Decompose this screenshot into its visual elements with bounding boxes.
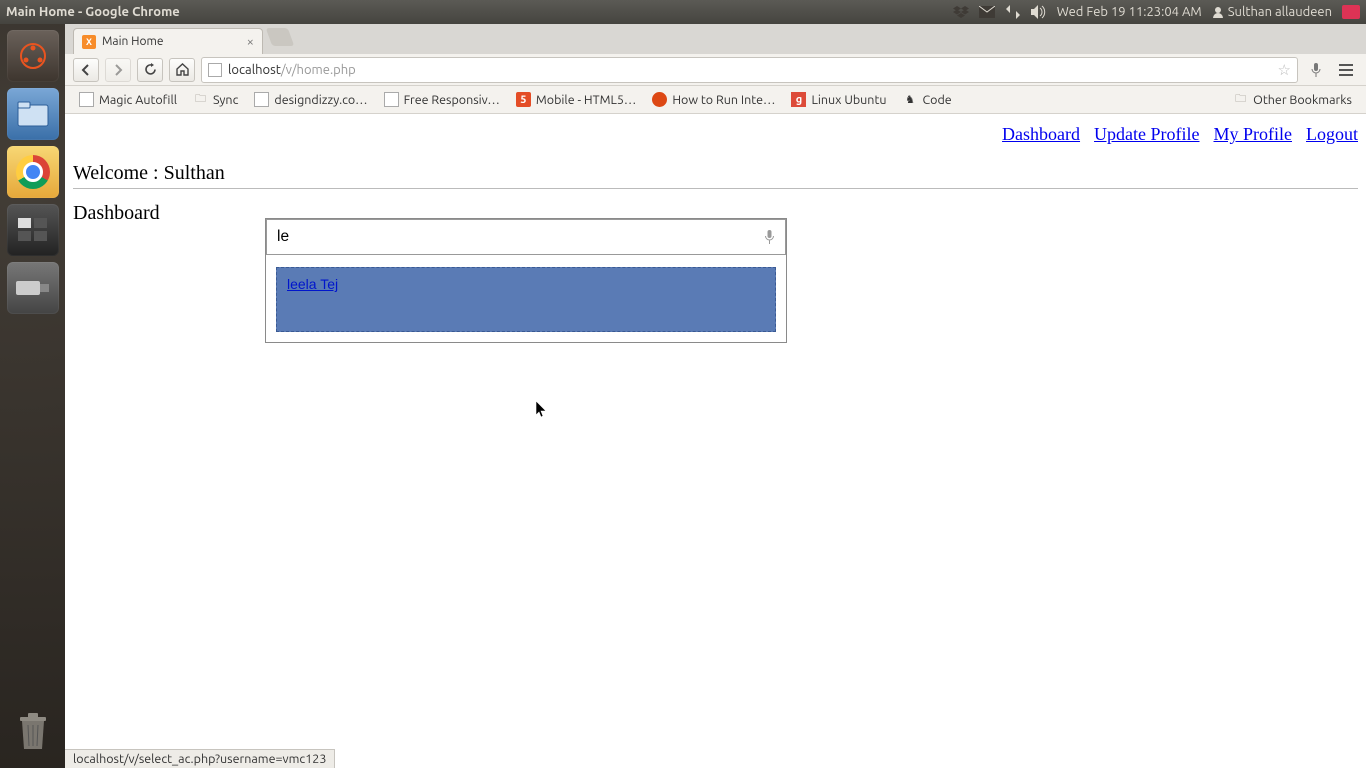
dropbox-icon[interactable] <box>953 4 969 20</box>
search-row <box>266 219 786 255</box>
google-plus-icon: g <box>791 92 806 107</box>
launcher-dash-home[interactable] <box>7 30 59 82</box>
tab-strip: X Main Home × <box>65 24 1366 54</box>
launcher-removable-device[interactable] <box>7 262 59 314</box>
search-widget: leela Tej <box>265 218 787 343</box>
autocomplete-link[interactable]: leela Tej <box>287 276 338 292</box>
divider <box>73 188 1358 189</box>
nav-logout[interactable]: Logout <box>1306 124 1358 145</box>
chrome-window: X Main Home × localhost/v/home.php ☆ <box>65 24 1366 768</box>
page-icon <box>254 92 269 107</box>
user-name: Sulthan allaudeen <box>1228 5 1332 19</box>
other-bookmarks[interactable]: 🗀Other Bookmarks <box>1227 89 1358 110</box>
ubuntu-top-panel: Main Home - Google Chrome Wed Feb 19 11:… <box>0 0 1366 24</box>
folder-icon: 🗀 <box>193 92 208 107</box>
address-bar[interactable]: localhost/v/home.php ☆ <box>201 57 1298 83</box>
bookmark-sync[interactable]: 🗀Sync <box>187 89 244 110</box>
nav-dashboard[interactable]: Dashboard <box>1002 124 1080 145</box>
back-button[interactable] <box>73 58 99 82</box>
tab-title: Main Home <box>102 35 241 48</box>
voice-search-icon[interactable] <box>1304 58 1328 82</box>
network-icon[interactable] <box>1005 4 1021 20</box>
chess-icon: ♞ <box>903 92 918 107</box>
bookmark-magic-autofill[interactable]: Magic Autofill <box>73 89 183 110</box>
page-icon <box>79 92 94 107</box>
ubuntu-icon <box>652 92 667 107</box>
window-title: Main Home - Google Chrome <box>6 5 180 19</box>
forward-button[interactable] <box>105 58 131 82</box>
status-bar: localhost/v/select_ac.php?username=vmc12… <box>65 749 335 768</box>
mail-icon[interactable] <box>979 4 995 20</box>
launcher-files[interactable] <box>7 88 59 140</box>
page-icon <box>384 92 399 107</box>
autocomplete-results: leela Tej <box>266 255 786 342</box>
welcome-text: Welcome : Sulthan <box>73 162 225 185</box>
clock[interactable]: Wed Feb 19 11:23:04 AM <box>1057 5 1202 19</box>
browser-tab[interactable]: X Main Home × <box>73 28 263 54</box>
page-content: Dashboard Update Profile My Profile Logo… <box>65 114 1366 768</box>
ubuntu-launcher <box>0 24 65 768</box>
user-menu[interactable]: Sulthan allaudeen <box>1212 5 1332 19</box>
mouse-cursor-icon <box>536 401 548 419</box>
page-info-icon[interactable] <box>208 63 222 77</box>
launcher-workspace-switcher[interactable] <box>7 204 59 256</box>
bookmark-code[interactable]: ♞Code <box>897 89 958 110</box>
html5-icon: 5 <box>516 92 531 107</box>
system-tray: Wed Feb 19 11:23:04 AM Sulthan allaudeen <box>953 4 1360 20</box>
chrome-menu-icon[interactable] <box>1334 58 1358 82</box>
volume-icon[interactable] <box>1031 4 1047 20</box>
bookmark-mobile-html5[interactable]: 5Mobile - HTML5… <box>510 89 642 110</box>
nav-my-profile[interactable]: My Profile <box>1214 124 1293 145</box>
new-tab-button[interactable] <box>266 28 295 46</box>
bookmark-linux-ubuntu[interactable]: gLinux Ubuntu <box>785 89 892 110</box>
bookmark-free-responsive[interactable]: Free Responsiv… <box>378 89 506 110</box>
launcher-chrome[interactable] <box>7 146 59 198</box>
bookmark-star-icon[interactable]: ☆ <box>1278 61 1291 79</box>
autocomplete-item[interactable]: leela Tej <box>276 267 776 332</box>
section-title: Dashboard <box>73 202 160 225</box>
url-text: localhost/v/home.php <box>228 63 1272 77</box>
bookmark-designdizzy[interactable]: designdizzy.co… <box>248 89 373 110</box>
xampp-favicon-icon: X <box>82 35 96 49</box>
bookmark-how-to-run[interactable]: How to Run Inte… <box>646 89 781 110</box>
launcher-trash[interactable] <box>7 706 59 758</box>
power-icon[interactable] <box>1342 5 1360 19</box>
mic-icon[interactable] <box>764 229 775 245</box>
bookmarks-bar: Magic Autofill 🗀Sync designdizzy.co… Fre… <box>65 86 1366 114</box>
browser-toolbar: localhost/v/home.php ☆ <box>65 54 1366 86</box>
folder-icon: 🗀 <box>1233 92 1248 107</box>
reload-button[interactable] <box>137 58 163 82</box>
nav-update-profile[interactable]: Update Profile <box>1094 124 1199 145</box>
tab-close-icon[interactable]: × <box>247 35 254 49</box>
page-nav: Dashboard Update Profile My Profile Logo… <box>1002 124 1358 145</box>
search-input[interactable] <box>277 220 756 254</box>
home-button[interactable] <box>169 58 195 82</box>
